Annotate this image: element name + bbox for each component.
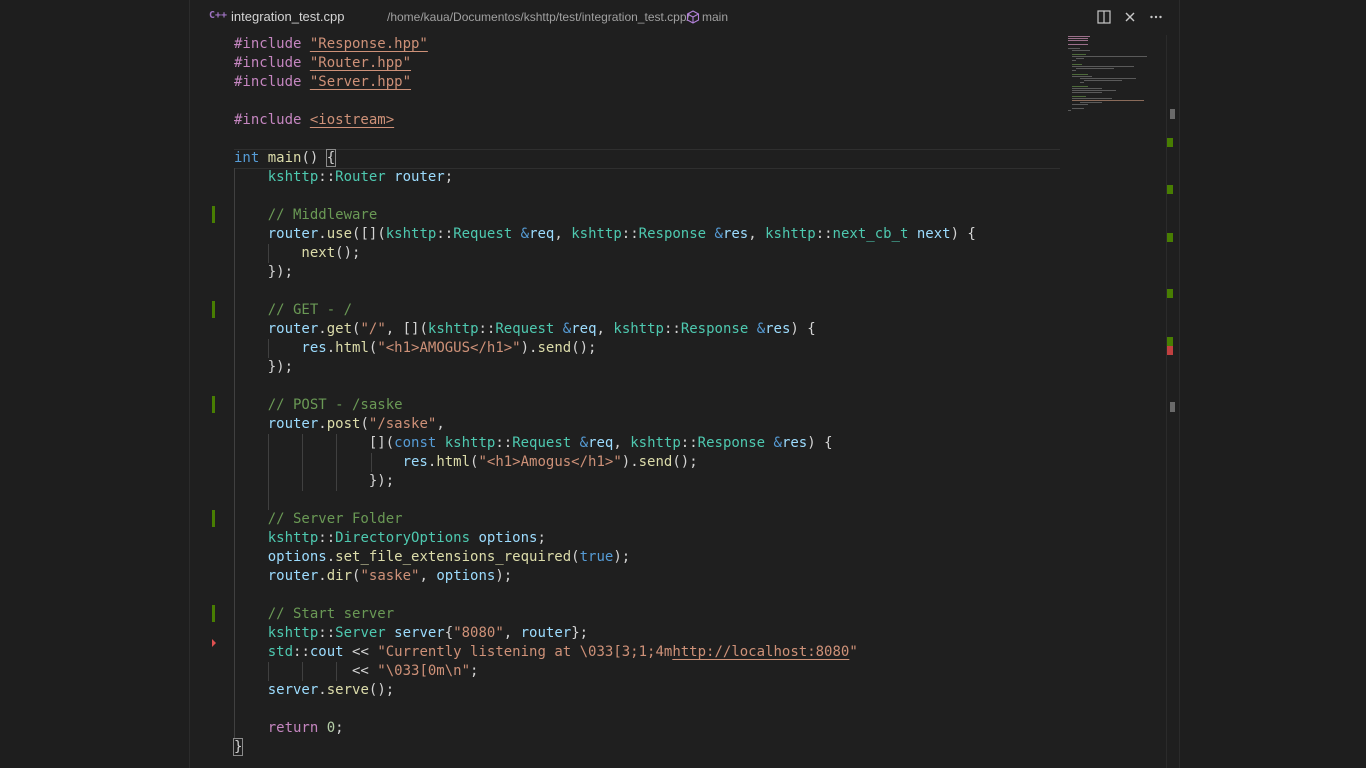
code-line: // GET - / — [234, 302, 353, 318]
code-line: }); — [234, 264, 294, 280]
code-line: server.serve(); — [234, 682, 395, 698]
url-link[interactable]: http://localhost:8080 — [672, 644, 849, 660]
code-line: res.html("<h1>Amogus</h1>").send(); — [234, 454, 698, 470]
code-line: }); — [234, 359, 294, 375]
code-line: #include <iostream> — [234, 112, 395, 128]
code-line: // Server Folder — [234, 511, 403, 527]
gutter-removed-marker — [212, 639, 216, 647]
more-actions-button[interactable] — [1146, 7, 1166, 27]
code-line: #include "Router.hpp" — [234, 55, 412, 71]
cpp-file-icon: C++ — [209, 10, 228, 21]
code-line: return 0; — [234, 720, 344, 736]
more-icon — [1150, 15, 1162, 19]
code-line: int main() { — [234, 149, 337, 167]
code-line: // Start server — [234, 606, 395, 622]
code-line: router.dir("saske", options); — [234, 568, 513, 584]
code-line: router.use([](kshttp::Request &req, ksht… — [234, 226, 976, 242]
code-area[interactable]: #include "Response.hpp" #include "Router… — [190, 35, 1060, 768]
editor-pane: C++ integration_test.cpp /home/kaua/Docu… — [189, 0, 1180, 768]
code-line: router.post("/saske", — [234, 416, 445, 432]
scrollbar-thumb[interactable] — [1170, 109, 1175, 119]
gutter-added-marker — [212, 510, 215, 527]
split-editor-button[interactable] — [1094, 7, 1114, 27]
code-line: std::cout << "Currently listening at \03… — [234, 644, 858, 660]
code-line: kshttp::Server server{"8080", router}; — [234, 625, 589, 641]
minimap[interactable] — [1066, 35, 1166, 145]
split-editor-icon — [1097, 10, 1111, 24]
code-line: kshttp::DirectoryOptions options; — [234, 530, 546, 546]
code-line: [](const kshttp::Request &req, kshttp::R… — [234, 435, 833, 451]
tab-filename[interactable]: integration_test.cpp — [231, 9, 344, 24]
code-line: // Middleware — [234, 207, 378, 223]
vertical-scrollbar[interactable] — [1166, 35, 1179, 768]
code-line: options.set_file_extensions_required(tru… — [234, 549, 631, 565]
gutter-added-marker — [212, 206, 215, 223]
code-line: // POST - /saske — [234, 397, 403, 413]
code-line: res.html("<h1>AMOGUS</h1>").send(); — [234, 340, 597, 356]
gutter-added-marker — [212, 396, 215, 413]
code-line: kshttp::Router router; — [234, 169, 454, 185]
close-icon — [1125, 12, 1135, 22]
gutter-added-marker — [212, 301, 215, 318]
editor-tab-bar: C++ integration_test.cpp /home/kaua/Docu… — [190, 0, 1179, 35]
close-tab-button[interactable] — [1120, 7, 1140, 27]
code-line: next(); — [234, 245, 361, 261]
gutter-added-marker — [212, 605, 215, 622]
code-line: router.get("/", [](kshttp::Request &req,… — [234, 321, 816, 337]
breadcrumb-path[interactable]: /home/kaua/Documentos/kshttp/test/integr… — [387, 10, 690, 24]
code-line: #include "Response.hpp" — [234, 36, 428, 52]
code-line: } — [232, 738, 244, 756]
current-line-highlight — [234, 149, 1060, 169]
code-line: << "\033[0m\n"; — [234, 663, 479, 679]
code-line: #include "Server.hpp" — [234, 74, 412, 90]
symbol-cube-icon — [686, 10, 700, 24]
breadcrumb-symbol[interactable]: main — [702, 10, 728, 24]
code-line: }); — [234, 473, 395, 489]
